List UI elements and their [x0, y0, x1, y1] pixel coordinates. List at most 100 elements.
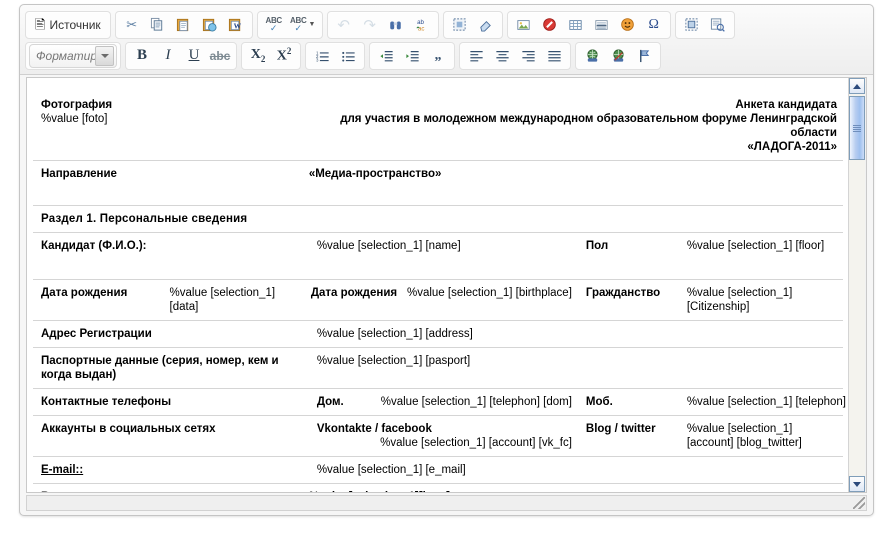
- triangle-up-icon: [853, 83, 861, 89]
- scroll-up-button[interactable]: [849, 78, 865, 94]
- format-dropdown[interactable]: Форматир: [29, 43, 117, 68]
- source-button-label: Источник: [49, 17, 101, 32]
- eraser-remove-format-icon: [480, 21, 492, 32]
- remove-format-button[interactable]: [473, 13, 499, 37]
- paste-button[interactable]: [171, 13, 197, 37]
- bulleted-list-icon: [341, 51, 355, 62]
- align-justify-button[interactable]: [541, 44, 567, 68]
- toolbar-group-insert: Ω: [506, 10, 671, 39]
- omega-special-char-icon: Ω: [648, 16, 659, 32]
- spellcheck-button[interactable]: ABC ✓: [261, 13, 287, 37]
- superscript-button[interactable]: X2: [271, 44, 297, 68]
- show-blocks-button[interactable]: [705, 13, 731, 37]
- strikethrough-button[interactable]: abc: [207, 44, 233, 68]
- toolbar-group-tools: [674, 10, 735, 39]
- align-center-icon: [495, 50, 509, 61]
- toolbar-group-lists: 1 2 3: [305, 41, 365, 70]
- table-row-header: Фотография %value [foto] Анкета кандидат…: [33, 92, 843, 161]
- resize-handle-icon[interactable]: [853, 497, 865, 509]
- align-center-button[interactable]: [489, 44, 515, 68]
- social-blog-value: %value [selection_1] [account] [blog_twi…: [678, 415, 843, 457]
- scroll-down-button[interactable]: [849, 476, 865, 492]
- format-dropdown-label: Форматир: [36, 48, 95, 63]
- page-break-button[interactable]: [679, 13, 705, 37]
- toolbar-group-history: ↶ ↷ ab ac: [326, 10, 439, 39]
- section-1-title: Раздел 1. Персональные сведения: [41, 213, 248, 225]
- phone-home-cell: Дом. %value [selection_1] [telephon] [do…: [308, 388, 578, 416]
- redo-button[interactable]: ↷: [357, 13, 383, 37]
- binoculars-find-icon: [390, 21, 401, 29]
- editor-content-area[interactable]: Фотография %value [foto] Анкета кандидат…: [26, 77, 867, 493]
- bulleted-list-button[interactable]: [335, 44, 361, 68]
- scrollbar-thumb[interactable]: [849, 96, 865, 160]
- horizontal-rule-icon: [595, 19, 608, 30]
- birthdate-value: %value [selection_1] [data]: [167, 279, 309, 321]
- numbered-list-icon: 1 2 3: [315, 50, 329, 62]
- passport-value: %value [selection_1] [pasport]: [308, 347, 843, 389]
- italic-button[interactable]: I: [155, 44, 181, 68]
- table-row-direction: Направление «Медиа-пространство»: [33, 160, 843, 206]
- select-all-button[interactable]: [447, 13, 473, 37]
- underline-button[interactable]: U: [181, 44, 207, 68]
- candidate-label: Кандидат (Ф.И.О.):: [33, 232, 309, 280]
- align-left-icon: [469, 50, 483, 61]
- editor-toolbar: 🖹 Источник ✂ W ABC ✓ ABC ✓ ▼ ↶ ↷ ab ac Ω…: [20, 5, 873, 75]
- table-row: Владение иностранными языками %value[sel…: [33, 483, 843, 492]
- table-row: Контактные телефоны Дом. %value [selecti…: [33, 388, 849, 416]
- paste-icon: [177, 18, 189, 32]
- spellcheck-options-button[interactable]: ABC ✓ ▼: [287, 13, 319, 37]
- superscript-icon: X2: [276, 46, 292, 64]
- indent-icon: [405, 50, 419, 61]
- paste-from-word-button[interactable]: W: [223, 13, 249, 37]
- cut-button[interactable]: ✂: [119, 13, 145, 37]
- subscript-button[interactable]: X2: [245, 44, 271, 68]
- anchor-button[interactable]: [631, 44, 657, 68]
- document-body[interactable]: Фотография %value [foto] Анкета кандидат…: [27, 78, 849, 492]
- scissors-icon: ✂: [126, 17, 138, 32]
- smiley-button[interactable]: [615, 13, 641, 37]
- align-left-button[interactable]: [463, 44, 489, 68]
- link-button[interactable]: [579, 44, 605, 68]
- align-right-button[interactable]: [515, 44, 541, 68]
- table-row: Кандидат (Ф.И.О.): %value [selection_1] …: [33, 232, 843, 280]
- toolbar-group-indent: „: [369, 41, 455, 70]
- paste-plain-text-icon: [203, 18, 217, 32]
- chevron-down-icon: [95, 45, 114, 66]
- paste-from-word-icon: W: [229, 18, 242, 32]
- image-button[interactable]: [511, 13, 537, 37]
- outdent-button[interactable]: [373, 44, 399, 68]
- blockquote-button[interactable]: „: [425, 44, 451, 68]
- title-line-1: Анкета кандидата: [735, 99, 837, 111]
- source-button[interactable]: 🖹 Источник: [29, 13, 107, 37]
- svg-text:3: 3: [315, 57, 318, 62]
- replace-button[interactable]: ab ac: [409, 13, 435, 37]
- unlink-button[interactable]: [605, 44, 631, 68]
- table-button[interactable]: [563, 13, 589, 37]
- indent-button[interactable]: [399, 44, 425, 68]
- redo-arrow-icon: ↷: [363, 16, 376, 34]
- vertical-scrollbar[interactable]: [848, 78, 866, 492]
- blockquote-icon: „: [434, 47, 442, 63]
- replace-ab-icon: ab ac: [416, 19, 425, 32]
- flash-button[interactable]: [537, 13, 563, 37]
- toolbar-group-script: X2 X2: [241, 41, 301, 70]
- gender-value: %value [selection_1] [floor]: [678, 232, 843, 280]
- undo-button[interactable]: ↶: [331, 13, 357, 37]
- numbered-list-button[interactable]: 1 2 3: [309, 44, 335, 68]
- document-title-cell: Анкета кандидата для участия в молодежно…: [308, 92, 843, 161]
- paste-text-button[interactable]: [197, 13, 223, 37]
- horizontal-rule-button[interactable]: [589, 13, 615, 37]
- copy-button[interactable]: [145, 13, 171, 37]
- phones-label: Контактные телефоны: [33, 388, 309, 416]
- svg-text:ac: ac: [418, 25, 424, 32]
- special-char-button[interactable]: Ω: [641, 13, 667, 37]
- bold-button[interactable]: B: [129, 44, 155, 68]
- phone-home-label: Дом.: [316, 396, 344, 408]
- scrollbar-grip-icon: [853, 124, 861, 132]
- smiley-face-icon: [621, 18, 634, 31]
- find-button[interactable]: [383, 13, 409, 37]
- social-vk-value: %value [selection_1] [account] [vk_fc]: [380, 437, 572, 449]
- editor-status-bar: [26, 495, 867, 511]
- rich-text-editor: 🖹 Источник ✂ W ABC ✓ ABC ✓ ▼ ↶ ↷ ab ac Ω…: [19, 4, 874, 516]
- form-document: Фотография %value [foto] Анкета кандидат…: [33, 92, 849, 492]
